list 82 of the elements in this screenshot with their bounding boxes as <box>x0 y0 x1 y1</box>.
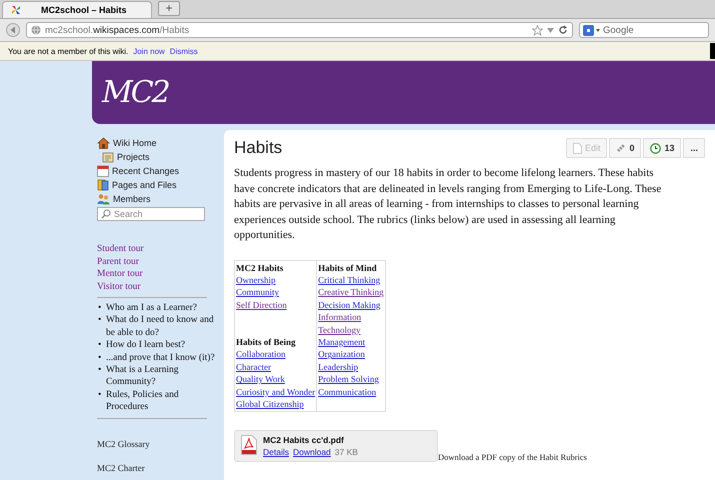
sidebar-item[interactable]: Pages and Files <box>97 178 222 191</box>
notice-text: You are not a member of this wiki. <box>8 46 128 56</box>
sidebar-link[interactable]: MC2 Charter <box>97 462 222 473</box>
notice-link[interactable]: Join now <box>133 46 165 56</box>
search-icon <box>101 209 111 219</box>
notice-link[interactable]: Dismiss <box>170 46 198 56</box>
back-icon[interactable] <box>6 23 20 37</box>
sidebar-link[interactable]: MC2 Glossary <box>97 438 222 449</box>
habit-link[interactable]: Community <box>236 286 316 299</box>
dropdown-icon[interactable] <box>547 28 554 32</box>
sidebar-item[interactable]: Wiki Home <box>97 136 222 149</box>
chain-icon <box>616 143 626 153</box>
pinwheel-icon <box>11 5 21 15</box>
habit-link[interactable]: Self Direction <box>236 298 316 312</box>
pdf-icon <box>241 435 257 456</box>
tour-link[interactable]: Mentor tour <box>97 268 222 280</box>
bullet: • <box>98 388 102 402</box>
table-heading: Habits of Being <box>236 336 297 348</box>
links-button[interactable]: 0 <box>609 138 642 158</box>
bullet: • <box>98 314 102 328</box>
tour-link[interactable]: Visitor tour <box>97 280 222 293</box>
habit-link[interactable]: Critical Thinking <box>318 274 384 286</box>
file-size: 37 KB <box>334 447 358 458</box>
new-tab-button[interactable]: + <box>158 1 180 16</box>
question-link[interactable]: ...and prove that I know (it)? <box>106 352 215 364</box>
download-link[interactable]: Download <box>292 447 331 458</box>
globe-icon <box>31 25 41 35</box>
page-title: Habits <box>234 138 284 158</box>
bullet: • <box>98 352 102 364</box>
browser-tab[interactable]: MC2school – Habits <box>2 1 152 18</box>
habit-link[interactable]: Problem Solving <box>318 373 384 386</box>
details-link[interactable]: Details <box>263 447 289 458</box>
table-heading: Habits of Mind <box>318 262 378 274</box>
habit-link[interactable]: Ownership <box>236 274 316 286</box>
habit-link[interactable]: Decision Making <box>318 298 384 312</box>
habit-link[interactable]: Creative Thinking <box>318 286 384 299</box>
tour-link[interactable]: Student tour <box>97 243 222 256</box>
url-text: mc2school.wikispaces.com/Habits <box>45 24 190 36</box>
file-name: MC2 Habits cc'd.pdf <box>263 435 345 446</box>
more-button[interactable]: ... <box>683 138 705 158</box>
people-icon <box>97 192 110 204</box>
address-bar[interactable]: mc2school.wikispaces.com/Habits <box>26 22 573 38</box>
history-button[interactable]: 13 <box>643 138 682 158</box>
house-icon <box>97 136 110 148</box>
dark-panel-edge <box>710 43 715 59</box>
habit-link[interactable]: Global Citizenship <box>236 398 316 410</box>
habit-link[interactable]: Organization <box>318 348 384 361</box>
habit-link[interactable]: Curiosity and Wonder <box>236 386 316 398</box>
calendar-icon <box>97 164 109 176</box>
intro-paragraph: Students progress in mastery of our 18 habits in order to become lifelong learners. These habits have concrete indicators that are delineated in levels ranging from Emerging to Life-Long. These habits are pervasive in all areas of learning - from internships to classes to personal learning experiences outside school. The rubrics (links below) are used in assessing all learning opportunities. <box>234 166 662 243</box>
question-link[interactable]: How do I learn best? <box>106 339 186 352</box>
clock-icon <box>650 142 662 154</box>
bullet: • <box>98 364 102 378</box>
bullet: • <box>98 339 102 352</box>
google-icon <box>583 24 600 36</box>
sidebar-item[interactable]: Projects <box>97 150 222 163</box>
habit-link[interactable]: Leadership <box>318 360 384 374</box>
question-link[interactable]: What is a Learning Community? <box>106 364 218 389</box>
file-caption: Download a PDF copy of the Habit Rubrics <box>438 452 587 462</box>
habit-link[interactable]: Information <box>318 311 384 324</box>
page-icon <box>572 142 582 154</box>
star-icon[interactable] <box>532 24 543 36</box>
question-link[interactable]: Who am I as a Learner? <box>106 302 197 314</box>
site-logo[interactable]: MC2 <box>102 75 169 110</box>
sidebar-item[interactable]: Recent Changes <box>97 164 222 177</box>
habit-link[interactable]: Quality Work <box>236 373 316 386</box>
table-heading: MC2 Habits <box>236 262 284 274</box>
habit-link[interactable]: Management <box>318 336 384 348</box>
question-link[interactable]: Rules, Policies and Procedures <box>106 388 218 414</box>
document-icon <box>102 150 114 162</box>
tour-link[interactable]: Parent tour <box>97 256 222 268</box>
sidebar-item[interactable]: Members <box>97 192 222 205</box>
habit-link[interactable]: Communication <box>318 386 384 398</box>
bullet: • <box>98 302 102 314</box>
habit-link[interactable]: Technology <box>318 324 384 336</box>
search-field[interactable]: Search <box>97 207 205 221</box>
pages-icon <box>97 178 109 190</box>
habit-link[interactable]: Character <box>236 360 316 374</box>
reload-icon[interactable] <box>558 25 568 35</box>
question-link[interactable]: What do I need to know and be able to do? <box>106 314 218 340</box>
search-field[interactable]: Google <box>579 22 709 38</box>
habit-link[interactable]: Collaboration <box>236 348 316 361</box>
